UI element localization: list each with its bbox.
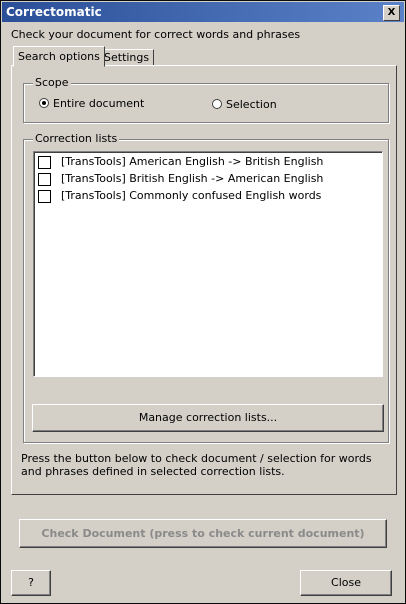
list-item-label: [TransTools] British English -> American… xyxy=(61,172,324,185)
radio-selection-label[interactable]: Selection xyxy=(226,98,277,111)
radio-entire-document-label[interactable]: Entire document xyxy=(53,97,144,110)
correction-lists-listbox[interactable]: [TransTools] American English -> British… xyxy=(33,151,383,377)
manage-correction-lists-button[interactable]: Manage correction lists... xyxy=(32,404,384,432)
title-bar[interactable]: Correctomatic X xyxy=(2,2,404,22)
window-title: Correctomatic xyxy=(6,5,102,19)
list-item-label: [TransTools] American English -> British… xyxy=(61,155,324,168)
tab-search-options[interactable]: Search options xyxy=(13,46,105,67)
checkbox[interactable] xyxy=(38,190,51,203)
radio-entire-document[interactable] xyxy=(39,98,49,108)
scope-label: Scope xyxy=(33,76,71,89)
close-button[interactable]: Close xyxy=(300,570,392,596)
help-button[interactable]: ? xyxy=(11,570,51,596)
correction-lists-label: Correction lists xyxy=(33,132,120,145)
check-document-button[interactable]: Check Document (press to check current d… xyxy=(19,519,387,548)
list-item-label: [TransTools] Commonly confused English w… xyxy=(61,189,322,202)
tab-settings[interactable]: Settings xyxy=(99,49,155,66)
checkbox[interactable] xyxy=(38,156,51,169)
window-close-button[interactable]: X xyxy=(383,5,400,21)
instruction-text: Check your document for correct words an… xyxy=(11,28,301,41)
checkbox[interactable] xyxy=(38,173,51,186)
info-text: Press the button below to check document… xyxy=(21,452,372,478)
dialog-window: Correctomatic X Check your document for … xyxy=(0,0,406,604)
radio-selection[interactable] xyxy=(212,99,222,109)
